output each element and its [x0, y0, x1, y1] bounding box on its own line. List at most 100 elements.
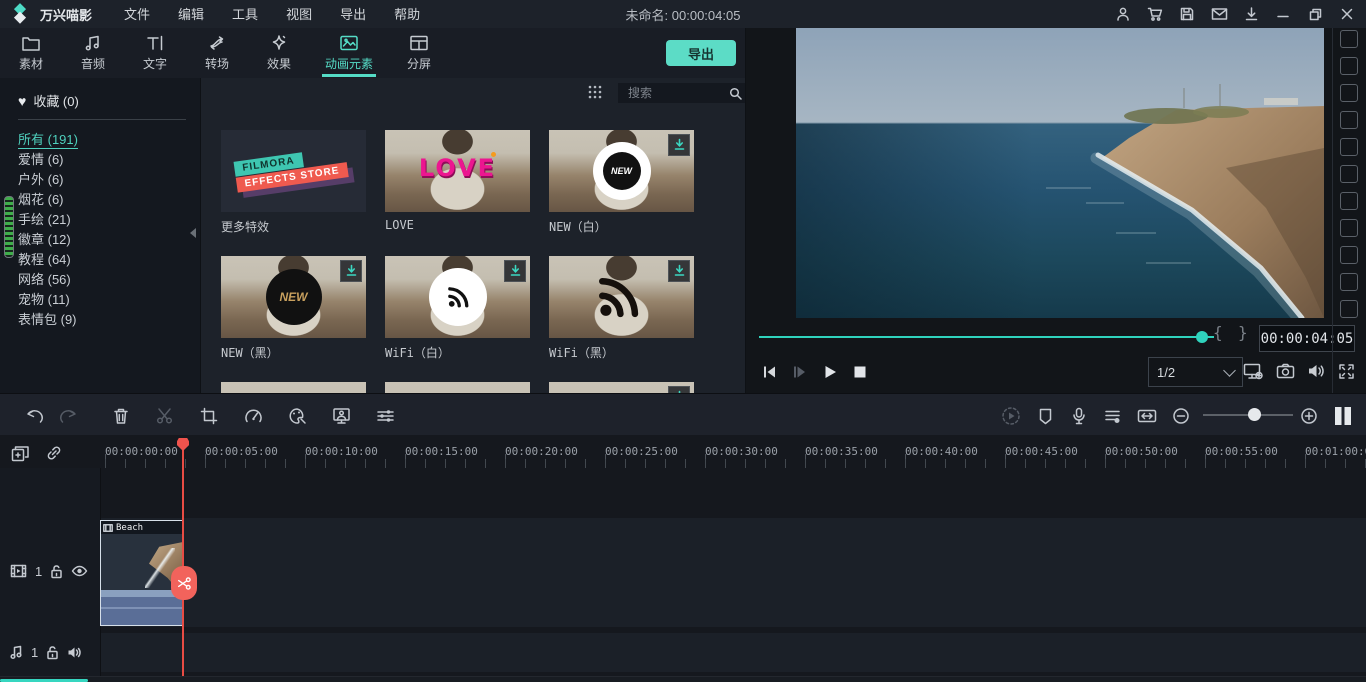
- download-element-icon[interactable]: [668, 134, 690, 156]
- category-tutorial[interactable]: 教程 (64): [18, 250, 200, 270]
- element-card-wifi-white[interactable]: [385, 256, 530, 338]
- close-icon[interactable]: [1334, 2, 1360, 26]
- download-element-icon[interactable]: [668, 260, 690, 282]
- panel-layout-icon[interactable]: [1330, 403, 1356, 429]
- preview-quality-select[interactable]: 1/2: [1148, 357, 1243, 387]
- preview-seekbar[interactable]: [759, 331, 1214, 343]
- favorites-item[interactable]: ♥ 收藏 (0): [18, 91, 200, 110]
- side-square[interactable]: [1340, 246, 1358, 264]
- side-square[interactable]: [1340, 84, 1358, 102]
- mark-out-icon[interactable]: }: [1238, 323, 1248, 342]
- tab-media[interactable]: 素材: [0, 28, 62, 78]
- playhead-handle[interactable]: [177, 438, 189, 451]
- side-square[interactable]: [1340, 30, 1358, 48]
- display-settings-icon[interactable]: [1241, 359, 1265, 383]
- seekbar-knob[interactable]: [1196, 331, 1208, 343]
- menu-tools[interactable]: 工具: [218, 1, 272, 28]
- audio-mixer-icon[interactable]: [1100, 403, 1126, 429]
- redo-icon[interactable]: [55, 403, 81, 429]
- side-square[interactable]: [1340, 111, 1358, 129]
- element-card-love[interactable]: LOVE: [385, 130, 530, 212]
- restore-icon[interactable]: [1302, 2, 1328, 26]
- mail-icon[interactable]: [1206, 2, 1232, 26]
- tab-text[interactable]: 文字: [124, 28, 186, 78]
- collapse-panel-icon[interactable]: [190, 228, 196, 238]
- side-square[interactable]: [1340, 219, 1358, 237]
- category-love[interactable]: 爱情 (6): [18, 150, 200, 170]
- delete-icon[interactable]: [108, 403, 134, 429]
- category-internet[interactable]: 网络 (56): [18, 270, 200, 290]
- marker-icon[interactable]: [1032, 403, 1058, 429]
- previous-frame-button[interactable]: [758, 360, 782, 384]
- tab-transition[interactable]: 转场: [186, 28, 248, 78]
- menu-export[interactable]: 导出: [326, 1, 380, 28]
- element-card-wifi-black[interactable]: [549, 256, 694, 338]
- category-handdrawn[interactable]: 手绘 (21): [18, 210, 200, 230]
- link-icon[interactable]: [42, 441, 66, 465]
- element-card-new-white[interactable]: NEW: [549, 130, 694, 212]
- adjust-icon[interactable]: [372, 403, 398, 429]
- fit-timeline-icon[interactable]: [1134, 403, 1160, 429]
- cut-icon[interactable]: [152, 403, 178, 429]
- minimize-icon[interactable]: [1270, 2, 1296, 26]
- export-button[interactable]: 导出: [666, 40, 736, 66]
- lock-icon[interactable]: [50, 564, 63, 579]
- tab-elements[interactable]: 动画元素: [310, 28, 388, 78]
- tab-split-screen[interactable]: 分屏: [388, 28, 450, 78]
- element-card-partial[interactable]: [549, 382, 694, 393]
- grid-view-icon[interactable]: [588, 85, 602, 99]
- side-square[interactable]: [1340, 57, 1358, 75]
- tab-audio[interactable]: 音频: [62, 28, 124, 78]
- menu-help[interactable]: 帮助: [380, 1, 434, 28]
- menu-edit[interactable]: 编辑: [164, 1, 218, 28]
- eye-icon[interactable]: [71, 565, 88, 577]
- download-icon[interactable]: [1238, 2, 1264, 26]
- video-preview[interactable]: [796, 28, 1324, 318]
- download-element-icon[interactable]: [340, 260, 362, 282]
- speaker-icon[interactable]: [67, 646, 82, 659]
- side-square[interactable]: [1340, 165, 1358, 183]
- undo-icon[interactable]: [22, 403, 48, 429]
- lock-icon[interactable]: [46, 645, 59, 660]
- audio-track-lane[interactable]: [100, 633, 1366, 672]
- sidebar-scrollbar[interactable]: [4, 196, 14, 258]
- category-all[interactable]: 所有 (191): [18, 130, 200, 150]
- search-input[interactable]: [626, 85, 729, 101]
- cut-clip-button[interactable]: [171, 566, 197, 600]
- menu-file[interactable]: 文件: [110, 1, 164, 28]
- side-square[interactable]: [1340, 273, 1358, 291]
- zoom-in-icon[interactable]: [1296, 403, 1322, 429]
- snapshot-icon[interactable]: [1273, 359, 1297, 383]
- video-track-lane[interactable]: [100, 518, 1366, 627]
- speed-icon[interactable]: [240, 403, 266, 429]
- side-square[interactable]: [1340, 300, 1358, 318]
- save-icon[interactable]: [1174, 2, 1200, 26]
- stop-button[interactable]: [848, 360, 872, 384]
- download-element-icon[interactable]: [668, 386, 690, 393]
- volume-icon[interactable]: [1304, 359, 1328, 383]
- menu-view[interactable]: 视图: [272, 1, 326, 28]
- add-track-icon[interactable]: [8, 441, 32, 465]
- color-icon[interactable]: [284, 403, 310, 429]
- category-badges[interactable]: 徽章 (12): [18, 230, 200, 250]
- render-preview-icon[interactable]: [998, 403, 1024, 429]
- mark-in-icon[interactable]: {: [1213, 323, 1223, 342]
- cart-icon[interactable]: [1142, 2, 1168, 26]
- play-button[interactable]: [818, 360, 842, 384]
- download-element-icon[interactable]: [504, 260, 526, 282]
- category-fireworks[interactable]: 烟花 (6): [18, 190, 200, 210]
- side-square[interactable]: [1340, 138, 1358, 156]
- element-card-effects-store[interactable]: FILMORA EFFECTS STORE: [221, 130, 366, 212]
- tab-effects[interactable]: 效果: [248, 28, 310, 78]
- element-card-partial[interactable]: [221, 382, 366, 393]
- zoom-out-icon[interactable]: [1168, 403, 1194, 429]
- search-icon[interactable]: [729, 87, 742, 100]
- user-icon[interactable]: [1110, 2, 1136, 26]
- category-pets[interactable]: 宠物 (11): [18, 290, 200, 310]
- portrait-icon[interactable]: [328, 403, 354, 429]
- category-outdoor[interactable]: 户外 (6): [18, 170, 200, 190]
- next-frame-button[interactable]: [788, 360, 812, 384]
- zoom-slider-knob[interactable]: [1248, 408, 1261, 421]
- side-square[interactable]: [1340, 192, 1358, 210]
- element-card-new-black[interactable]: NEW: [221, 256, 366, 338]
